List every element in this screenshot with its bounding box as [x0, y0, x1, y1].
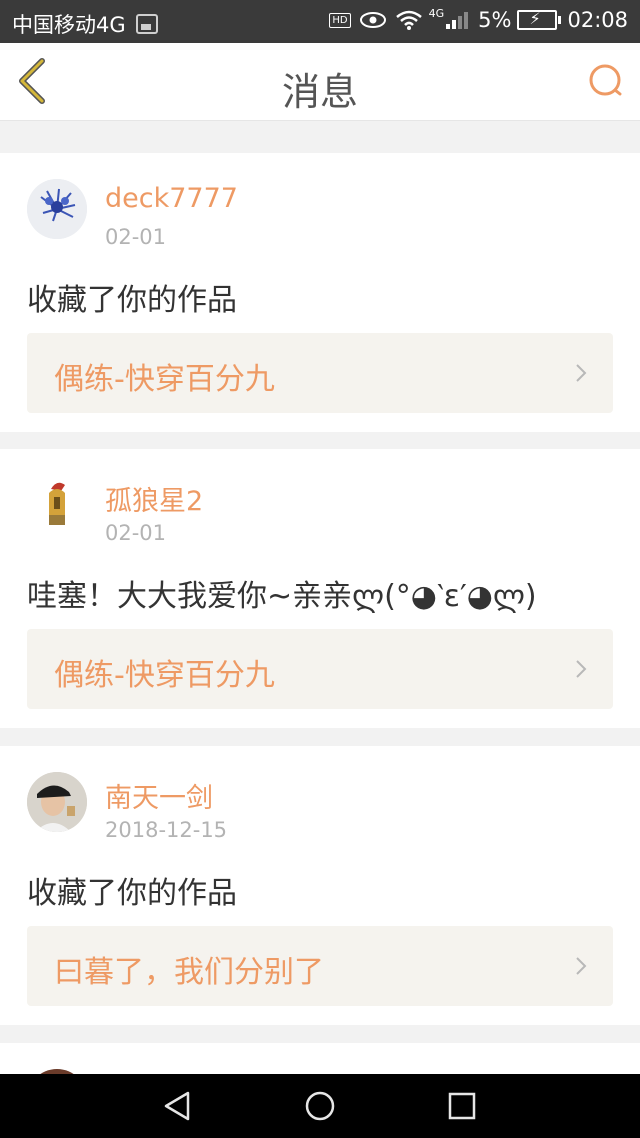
signal-icon	[446, 11, 470, 29]
message-item[interactable]: 孤狼星2 02-01 哇塞！大大我爱你~亲亲ლ(°◕‵ε′◕ლ) 偶练-快穿百分…	[0, 449, 640, 728]
wifi-icon	[395, 10, 422, 30]
search-button[interactable]	[586, 61, 626, 101]
message-item[interactable]: deck7777 02-01 收藏了你的作品 偶练-快穿百分九	[0, 153, 640, 432]
flower-avatar-icon	[27, 179, 87, 239]
nav-back-icon[interactable]	[162, 1090, 194, 1122]
nav-home-icon[interactable]	[304, 1090, 336, 1122]
battery-percent: 5%	[478, 8, 512, 32]
user-avatar[interactable]	[27, 772, 87, 832]
work-link[interactable]: 偶练-快穿百分九	[27, 629, 613, 709]
status-bar: 中国移动4G HD 4G 5% ⚡ 02:08	[0, 0, 640, 43]
message-date: 2018-12-15	[105, 818, 228, 842]
network-type: 4G	[428, 6, 445, 20]
system-navigation-bar	[0, 1074, 640, 1138]
eye-icon	[359, 12, 386, 28]
message-content: 收藏了你的作品	[27, 283, 237, 318]
person-avatar-icon	[27, 772, 87, 832]
work-link[interactable]: 曰暮了，我们分别了	[27, 926, 613, 1006]
work-title: 偶练-快穿百分九	[54, 658, 275, 693]
user-avatar[interactable]	[27, 475, 87, 535]
message-date: 02-01	[105, 521, 167, 545]
work-title: 偶练-快穿百分九	[54, 362, 275, 397]
hd-badge: HD	[329, 12, 351, 28]
warrior-avatar-icon	[27, 475, 87, 535]
search-icon	[589, 64, 622, 96]
page-title: 消息	[281, 70, 358, 114]
chevron-right-icon	[576, 660, 587, 678]
work-link[interactable]: 偶练-快穿百分九	[27, 333, 613, 413]
chevron-right-icon	[576, 364, 587, 382]
carrier-label: 中国移动4G	[12, 13, 126, 37]
app-header: 消息	[0, 43, 640, 121]
message-item[interactable]: 南天一剑 2018-12-15 收藏了你的作品 曰暮了，我们分别了	[0, 746, 640, 1025]
username[interactable]: 孤狼星2	[105, 479, 203, 518]
work-title: 曰暮了，我们分别了	[54, 955, 324, 990]
battery-icon: ⚡	[517, 9, 562, 30]
chevron-right-icon	[576, 957, 587, 975]
message-item[interactable]	[0, 1043, 640, 1074]
nav-recents-icon[interactable]	[448, 1092, 476, 1120]
message-content: 收藏了你的作品	[27, 876, 237, 911]
clock: 02:08	[567, 8, 628, 32]
username[interactable]: 南天一剑	[105, 776, 213, 815]
picture-notification-icon	[135, 14, 158, 34]
user-avatar[interactable]	[27, 179, 87, 239]
message-date: 02-01	[105, 225, 167, 249]
username[interactable]: deck7777	[105, 183, 238, 214]
message-content: 哇塞！大大我爱你~亲亲ლ(°◕‵ε′◕ლ)	[27, 579, 537, 614]
